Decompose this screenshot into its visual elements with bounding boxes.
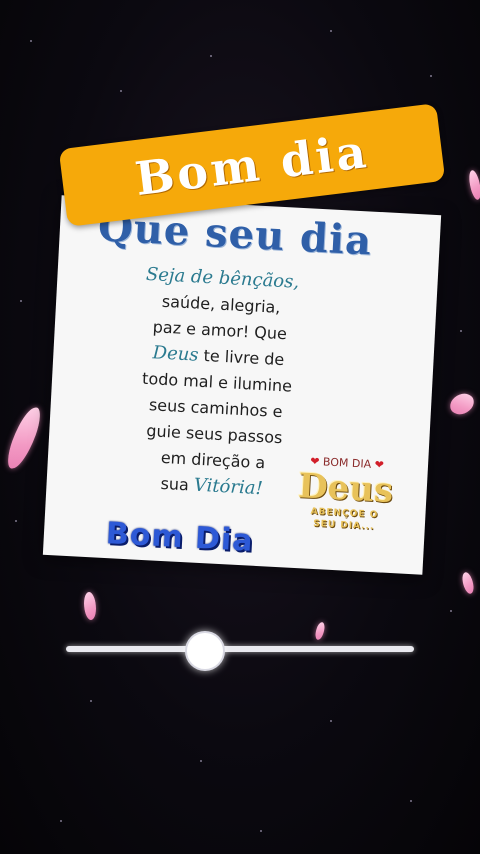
progress-slider[interactable]	[66, 631, 414, 671]
message-line: sua	[160, 473, 195, 495]
slider-thumb[interactable]	[185, 631, 226, 671]
slider-track[interactable]	[66, 646, 414, 652]
badge-deus-text: Deus	[297, 466, 395, 512]
deus-badge: ❤ BOM DIA ❤ Deus ABENÇOE O SEU DIA...	[285, 454, 407, 535]
message-line: te livre de	[198, 345, 285, 370]
message-word-deus: Deus	[152, 342, 200, 366]
bom-dia-logo: Bom Dia	[105, 516, 255, 559]
message-word-vitoria: Vitória!	[193, 474, 264, 500]
banner-text: Bom dia	[132, 123, 372, 207]
greeting-card: Que seu dia Seja de bênçãos, saúde, aleg…	[42, 195, 442, 575]
